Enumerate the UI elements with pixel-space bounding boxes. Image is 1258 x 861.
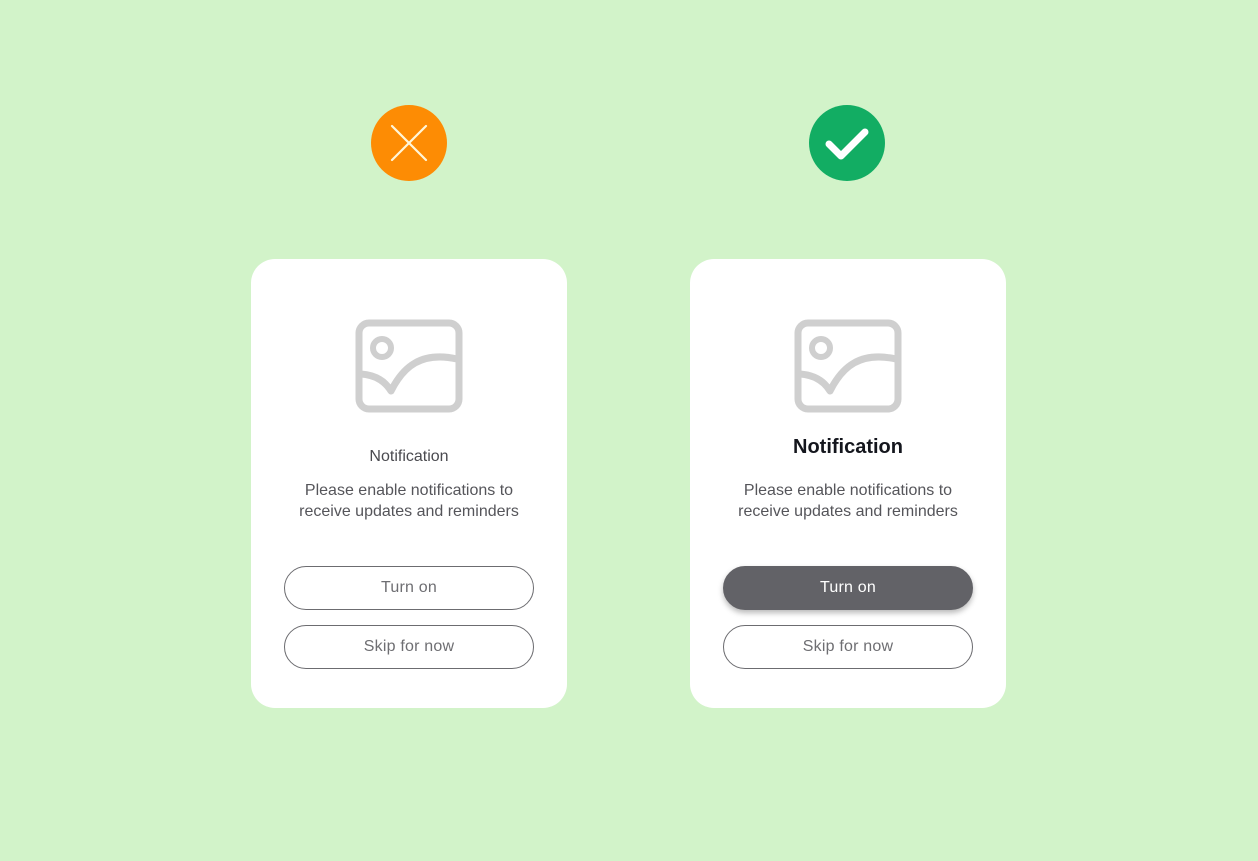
card-message: Please enable notifications to receive u… — [738, 482, 958, 520]
good-example-badge — [809, 105, 885, 181]
turn-on-button[interactable]: Turn on — [284, 566, 534, 610]
image-placeholder-icon — [792, 317, 904, 415]
x-icon — [371, 105, 447, 181]
image-placeholder-icon — [353, 317, 465, 415]
skip-for-now-button[interactable]: Skip for now — [723, 625, 973, 669]
card-message: Please enable notifications to receive u… — [299, 482, 519, 520]
turn-on-button[interactable]: Turn on — [723, 566, 973, 610]
card-title: Notification — [793, 436, 903, 458]
notification-card-bad-example: Notification Please enable notifications… — [251, 259, 567, 708]
card-title: Notification — [369, 448, 449, 465]
bad-example-badge — [371, 105, 447, 181]
skip-for-now-button[interactable]: Skip for now — [284, 625, 534, 669]
checkmark-icon — [809, 105, 885, 181]
notification-card-good-example: Notification Please enable notifications… — [690, 259, 1006, 708]
